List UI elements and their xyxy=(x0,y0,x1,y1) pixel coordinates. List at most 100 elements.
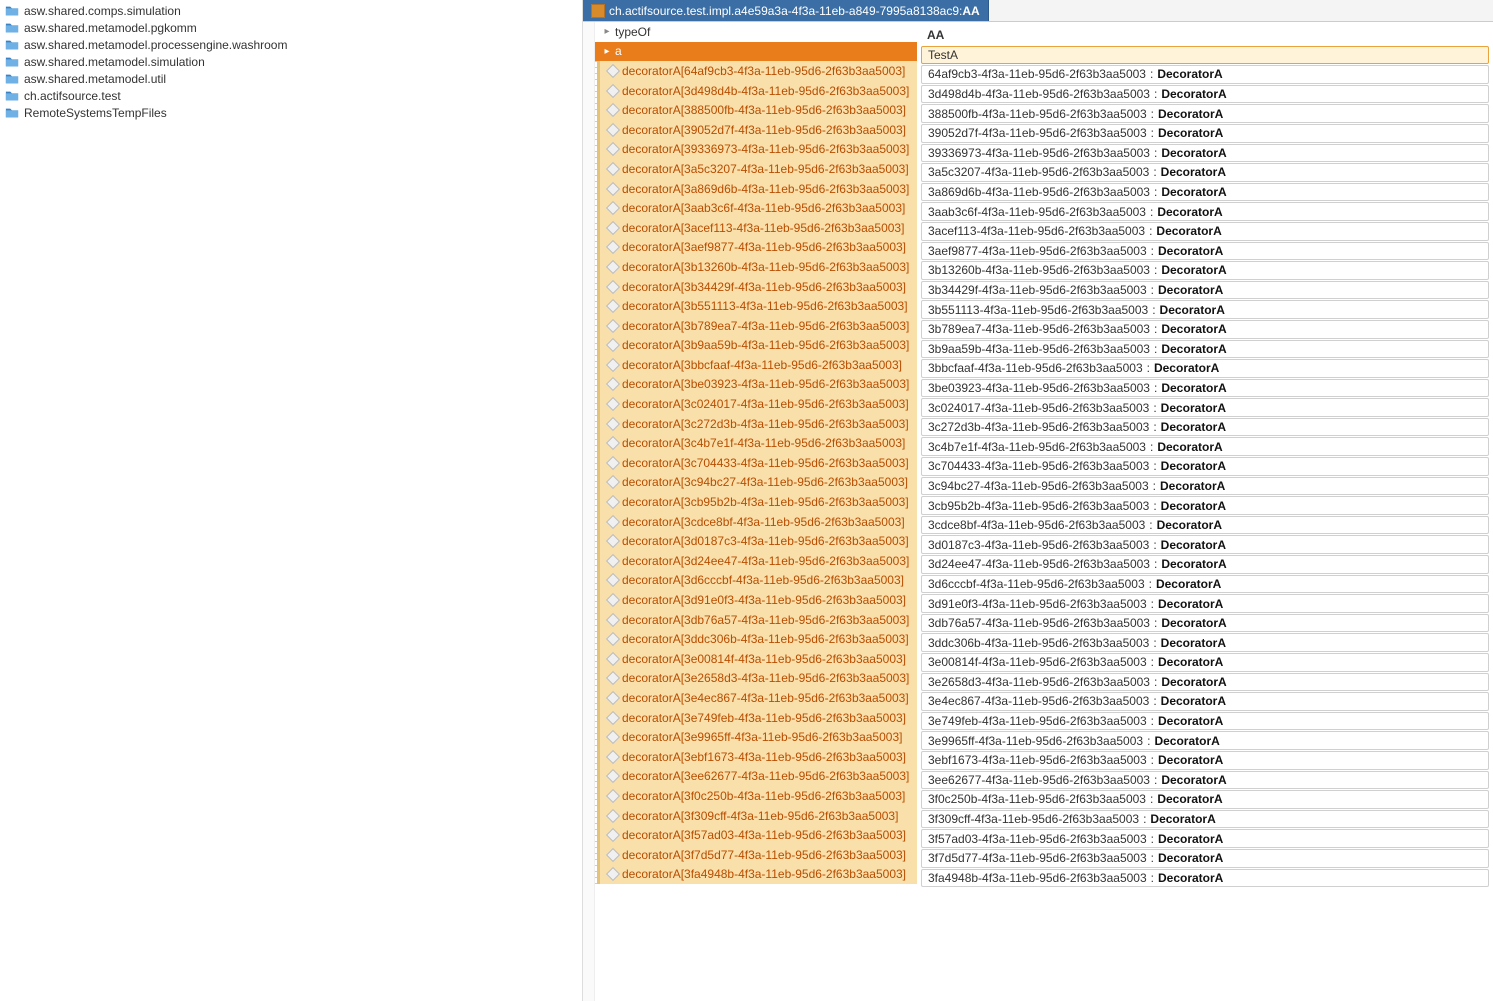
value-row[interactable]: 3c704433-4f3a-11eb-95d6-2f63b3aa5003 : D… xyxy=(921,457,1489,476)
outline-head-row[interactable]: ▸ typeOf xyxy=(595,22,917,42)
outline-child-row[interactable]: decoratorA[3a5c3207-4f3a-11eb-95d6-2f63b… xyxy=(602,159,917,179)
outline-child-row[interactable]: decoratorA[3b9aa59b-4f3a-11eb-95d6-2f63b… xyxy=(602,336,917,356)
outline-child-row[interactable]: decoratorA[3acef113-4f3a-11eb-95d6-2f63b… xyxy=(602,218,917,238)
outline-child-row[interactable]: decoratorA[39052d7f-4f3a-11eb-95d6-2f63b… xyxy=(602,120,917,140)
value-row[interactable]: 3b13260b-4f3a-11eb-95d6-2f63b3aa5003 : D… xyxy=(921,261,1489,280)
values-column[interactable]: AA TestA 64af9cb3-4f3a-11eb-95d6-2f63b3a… xyxy=(917,22,1493,1001)
editor-tab[interactable]: ch.actifsource.test.impl.a4e59a3a-4f3a-1… xyxy=(583,0,989,21)
value-row[interactable]: 3d91e0f3-4f3a-11eb-95d6-2f63b3aa5003 : D… xyxy=(921,594,1489,613)
value-row[interactable]: 3e00814f-4f3a-11eb-95d6-2f63b3aa5003 : D… xyxy=(921,653,1489,672)
outline-selected-row[interactable]: ▸ a xyxy=(595,42,917,62)
outline-child-row[interactable]: decoratorA[3fa4948b-4f3a-11eb-95d6-2f63b… xyxy=(602,865,917,885)
value-row[interactable]: 3cdce8bf-4f3a-11eb-95d6-2f63b3aa5003 : D… xyxy=(921,516,1489,535)
outline-child-row[interactable]: decoratorA[3c94bc27-4f3a-11eb-95d6-2f63b… xyxy=(602,473,917,493)
value-row[interactable]: 3acef113-4f3a-11eb-95d6-2f63b3aa5003 : D… xyxy=(921,222,1489,241)
outline-child-row[interactable]: decoratorA[3f7d5d77-4f3a-11eb-95d6-2f63b… xyxy=(602,845,917,865)
outline-child-row[interactable]: decoratorA[3d0187c3-4f3a-11eb-95d6-2f63b… xyxy=(602,531,917,551)
outline-child-row[interactable]: decoratorA[3b789ea7-4f3a-11eb-95d6-2f63b… xyxy=(602,316,917,336)
project-item[interactable]: asw.shared.metamodel.pgkomm xyxy=(0,19,582,36)
value-row[interactable]: 3a869d6b-4f3a-11eb-95d6-2f63b3aa5003 : D… xyxy=(921,183,1489,202)
outline-child-row[interactable]: decoratorA[3e2658d3-4f3a-11eb-95d6-2f63b… xyxy=(602,669,917,689)
outline-child-row[interactable]: decoratorA[3cdce8bf-4f3a-11eb-95d6-2f63b… xyxy=(602,512,917,532)
value-row[interactable]: 3c272d3b-4f3a-11eb-95d6-2f63b3aa5003 : D… xyxy=(921,418,1489,437)
value-row[interactable]: 388500fb-4f3a-11eb-95d6-2f63b3aa5003 : D… xyxy=(921,104,1489,123)
value-row[interactable]: 3b789ea7-4f3a-11eb-95d6-2f63b3aa5003 : D… xyxy=(921,320,1489,339)
value-row[interactable]: 39336973-4f3a-11eb-95d6-2f63b3aa5003 : D… xyxy=(921,144,1489,163)
outline-child-row[interactable]: decoratorA[3c024017-4f3a-11eb-95d6-2f63b… xyxy=(602,394,917,414)
outline-child-row[interactable]: decoratorA[3aef9877-4f3a-11eb-95d6-2f63b… xyxy=(602,238,917,258)
outline-child-row[interactable]: decoratorA[3f0c250b-4f3a-11eb-95d6-2f63b… xyxy=(602,786,917,806)
value-row[interactable]: 3d0187c3-4f3a-11eb-95d6-2f63b3aa5003 : D… xyxy=(921,535,1489,554)
outline-child-row[interactable]: decoratorA[3e00814f-4f3a-11eb-95d6-2f63b… xyxy=(602,649,917,669)
value-row[interactable]: 3b9aa59b-4f3a-11eb-95d6-2f63b3aa5003 : D… xyxy=(921,340,1489,359)
outline-child-row[interactable]: decoratorA[3e9965ff-4f3a-11eb-95d6-2f63b… xyxy=(602,727,917,747)
outline-child-row[interactable]: decoratorA[3e4ec867-4f3a-11eb-95d6-2f63b… xyxy=(602,688,917,708)
values-selected-row[interactable]: TestA xyxy=(921,46,1489,65)
outline-child-row[interactable]: decoratorA[3c704433-4f3a-11eb-95d6-2f63b… xyxy=(602,453,917,473)
outline-child-row[interactable]: decoratorA[3e749feb-4f3a-11eb-95d6-2f63b… xyxy=(602,708,917,728)
outline-column[interactable]: ▸ typeOf ▸ a decoratorA[64af9cb3-4f3a-11… xyxy=(595,22,917,1001)
outline-child-row[interactable]: decoratorA[3db76a57-4f3a-11eb-95d6-2f63b… xyxy=(602,610,917,630)
outline-child-row[interactable]: decoratorA[3d91e0f3-4f3a-11eb-95d6-2f63b… xyxy=(602,590,917,610)
value-row[interactable]: 3db76a57-4f3a-11eb-95d6-2f63b3aa5003 : D… xyxy=(921,614,1489,633)
value-row[interactable]: 3aef9877-4f3a-11eb-95d6-2f63b3aa5003 : D… xyxy=(921,242,1489,261)
value-row[interactable]: 3d6cccbf-4f3a-11eb-95d6-2f63b3aa5003 : D… xyxy=(921,575,1489,594)
value-row[interactable]: 3fa4948b-4f3a-11eb-95d6-2f63b3aa5003 : D… xyxy=(921,869,1489,888)
value-row[interactable]: 3b34429f-4f3a-11eb-95d6-2f63b3aa5003 : D… xyxy=(921,281,1489,300)
outline-child-row[interactable]: decoratorA[3d24ee47-4f3a-11eb-95d6-2f63b… xyxy=(602,551,917,571)
value-row[interactable]: 3b551113-4f3a-11eb-95d6-2f63b3aa5003 : D… xyxy=(921,300,1489,319)
outline-child-row[interactable]: decoratorA[3d6cccbf-4f3a-11eb-95d6-2f63b… xyxy=(602,571,917,591)
outline-child-row[interactable]: decoratorA[3d498d4b-4f3a-11eb-95d6-2f63b… xyxy=(602,81,917,101)
project-item[interactable]: asw.shared.metamodel.util xyxy=(0,70,582,87)
project-explorer[interactable]: asw.shared.comps.simulationasw.shared.me… xyxy=(0,0,582,1001)
value-row[interactable]: 3e749feb-4f3a-11eb-95d6-2f63b3aa5003 : D… xyxy=(921,712,1489,731)
value-row[interactable]: 3ee62677-4f3a-11eb-95d6-2f63b3aa5003 : D… xyxy=(921,771,1489,790)
outline-child-row[interactable]: decoratorA[3c4b7e1f-4f3a-11eb-95d6-2f63b… xyxy=(602,433,917,453)
outline-child-row[interactable]: decoratorA[3ddc306b-4f3a-11eb-95d6-2f63b… xyxy=(602,629,917,649)
outline-child-row[interactable]: decoratorA[3ebf1673-4f3a-11eb-95d6-2f63b… xyxy=(602,747,917,767)
project-item[interactable]: asw.shared.metamodel.processengine.washr… xyxy=(0,36,582,53)
value-row[interactable]: 3c024017-4f3a-11eb-95d6-2f63b3aa5003 : D… xyxy=(921,398,1489,417)
value-row[interactable]: 3e9965ff-4f3a-11eb-95d6-2f63b3aa5003 : D… xyxy=(921,731,1489,750)
outline-child-row[interactable]: decoratorA[64af9cb3-4f3a-11eb-95d6-2f63b… xyxy=(602,61,917,81)
value-row[interactable]: 3d24ee47-4f3a-11eb-95d6-2f63b3aa5003 : D… xyxy=(921,555,1489,574)
value-row[interactable]: 3f0c250b-4f3a-11eb-95d6-2f63b3aa5003 : D… xyxy=(921,790,1489,809)
outline-child-row[interactable]: decoratorA[388500fb-4f3a-11eb-95d6-2f63b… xyxy=(602,100,917,120)
value-row[interactable]: 3f309cff-4f3a-11eb-95d6-2f63b3aa5003 : D… xyxy=(921,810,1489,829)
outline-child-row[interactable]: decoratorA[3bbcfaaf-4f3a-11eb-95d6-2f63b… xyxy=(602,355,917,375)
value-row[interactable]: 3a5c3207-4f3a-11eb-95d6-2f63b3aa5003 : D… xyxy=(921,163,1489,182)
value-row[interactable]: 3f57ad03-4f3a-11eb-95d6-2f63b3aa5003 : D… xyxy=(921,829,1489,848)
value-row[interactable]: 3e2658d3-4f3a-11eb-95d6-2f63b3aa5003 : D… xyxy=(921,673,1489,692)
project-item[interactable]: RemoteSystemsTempFiles xyxy=(0,104,582,121)
outline-child-row[interactable]: decoratorA[3aab3c6f-4f3a-11eb-95d6-2f63b… xyxy=(602,198,917,218)
value-row[interactable]: 3cb95b2b-4f3a-11eb-95d6-2f63b3aa5003 : D… xyxy=(921,496,1489,515)
project-item[interactable]: asw.shared.metamodel.simulation xyxy=(0,53,582,70)
outline-child-row[interactable]: decoratorA[3b551113-4f3a-11eb-95d6-2f63b… xyxy=(602,296,917,316)
value-row[interactable]: 64af9cb3-4f3a-11eb-95d6-2f63b3aa5003 : D… xyxy=(921,65,1489,84)
value-row[interactable]: 3d498d4b-4f3a-11eb-95d6-2f63b3aa5003 : D… xyxy=(921,85,1489,104)
expand-icon[interactable]: ▸ xyxy=(601,46,613,57)
value-row[interactable]: 3ebf1673-4f3a-11eb-95d6-2f63b3aa5003 : D… xyxy=(921,751,1489,770)
project-item[interactable]: ch.actifsource.test xyxy=(0,87,582,104)
value-row[interactable]: 3aab3c6f-4f3a-11eb-95d6-2f63b3aa5003 : D… xyxy=(921,202,1489,221)
expand-icon[interactable]: ▸ xyxy=(601,26,613,37)
project-item[interactable]: asw.shared.comps.simulation xyxy=(0,2,582,19)
value-row[interactable]: 3ddc306b-4f3a-11eb-95d6-2f63b3aa5003 : D… xyxy=(921,633,1489,652)
outline-child-row[interactable]: decoratorA[3b13260b-4f3a-11eb-95d6-2f63b… xyxy=(602,257,917,277)
value-row[interactable]: 3e4ec867-4f3a-11eb-95d6-2f63b3aa5003 : D… xyxy=(921,692,1489,711)
outline-child-row[interactable]: decoratorA[3f309cff-4f3a-11eb-95d6-2f63b… xyxy=(602,806,917,826)
outline-child-row[interactable]: decoratorA[3cb95b2b-4f3a-11eb-95d6-2f63b… xyxy=(602,492,917,512)
value-row[interactable]: 3bbcfaaf-4f3a-11eb-95d6-2f63b3aa5003 : D… xyxy=(921,359,1489,378)
value-row[interactable]: 3be03923-4f3a-11eb-95d6-2f63b3aa5003 : D… xyxy=(921,379,1489,398)
outline-child-row[interactable]: decoratorA[3be03923-4f3a-11eb-95d6-2f63b… xyxy=(602,375,917,395)
outline-child-row[interactable]: decoratorA[3b34429f-4f3a-11eb-95d6-2f63b… xyxy=(602,277,917,297)
outline-child-row[interactable]: decoratorA[3c272d3b-4f3a-11eb-95d6-2f63b… xyxy=(602,414,917,434)
outline-child-row[interactable]: decoratorA[3a869d6b-4f3a-11eb-95d6-2f63b… xyxy=(602,179,917,199)
value-row[interactable]: 3c94bc27-4f3a-11eb-95d6-2f63b3aa5003 : D… xyxy=(921,477,1489,496)
outline-child-row[interactable]: decoratorA[3f57ad03-4f3a-11eb-95d6-2f63b… xyxy=(602,825,917,845)
value-row[interactable]: 39052d7f-4f3a-11eb-95d6-2f63b3aa5003 : D… xyxy=(921,124,1489,143)
outline-child-row[interactable]: decoratorA[3ee62677-4f3a-11eb-95d6-2f63b… xyxy=(602,767,917,787)
value-row[interactable]: 3c4b7e1f-4f3a-11eb-95d6-2f63b3aa5003 : D… xyxy=(921,437,1489,456)
outline-child-row[interactable]: decoratorA[39336973-4f3a-11eb-95d6-2f63b… xyxy=(602,140,917,160)
value-row[interactable]: 3f7d5d77-4f3a-11eb-95d6-2f63b3aa5003 : D… xyxy=(921,849,1489,868)
